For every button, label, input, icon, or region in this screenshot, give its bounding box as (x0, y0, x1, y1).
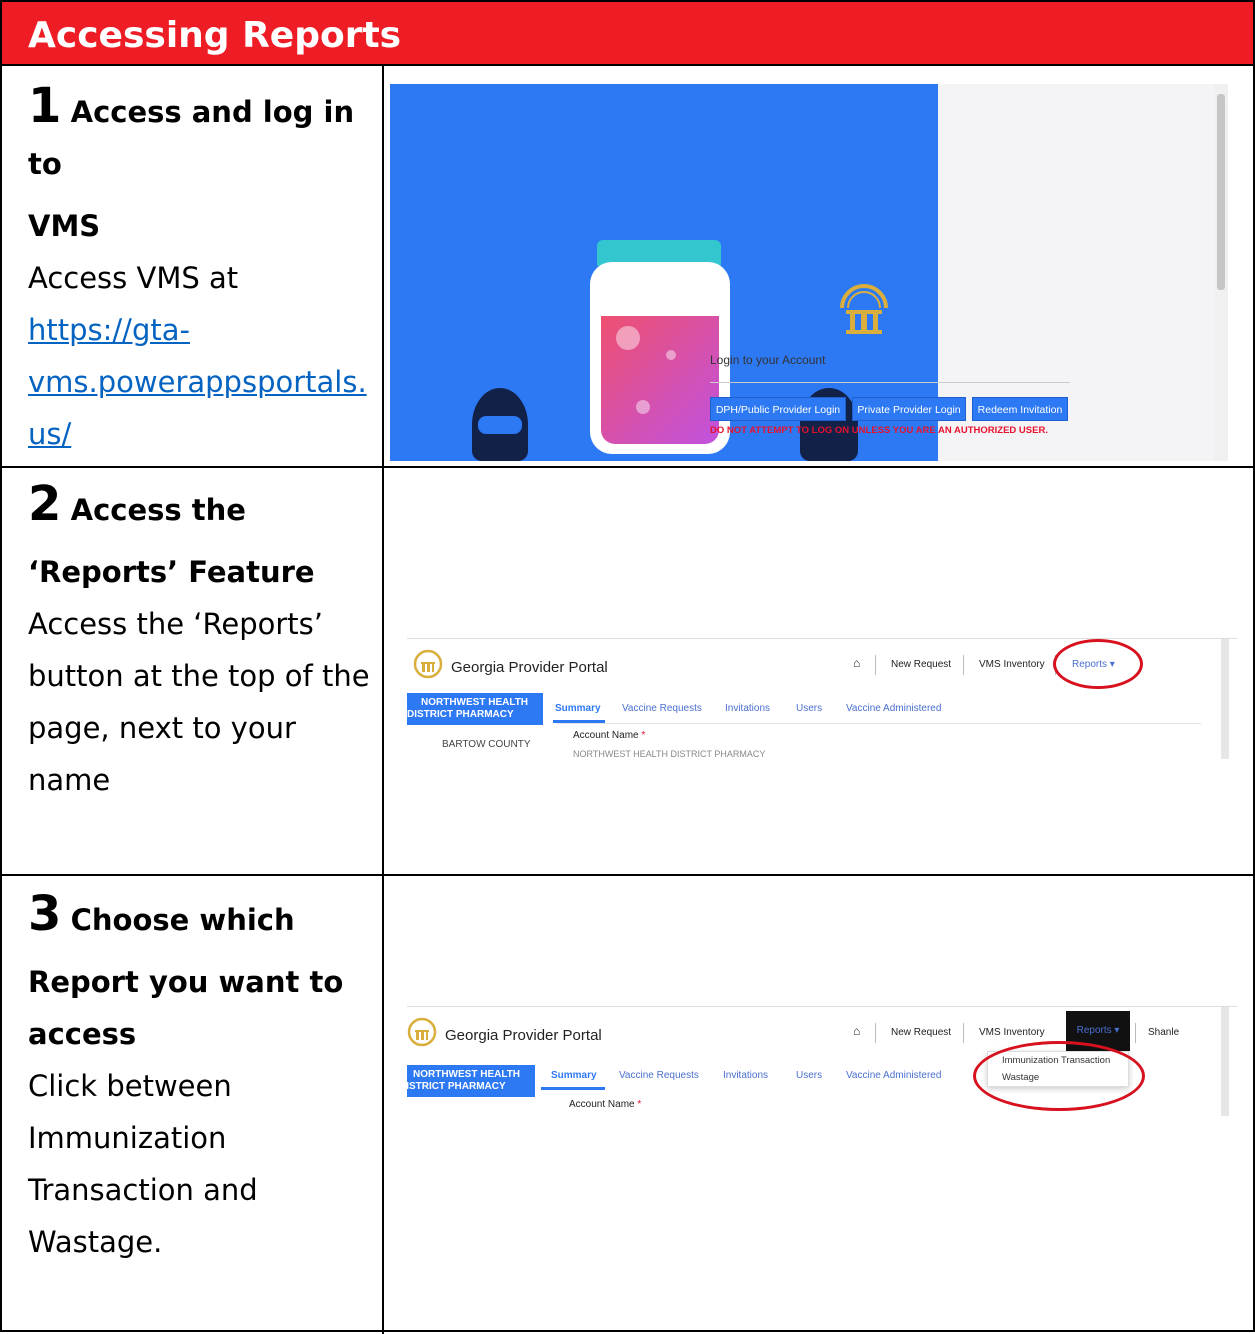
portal-title: Georgia Provider Portal (451, 659, 608, 676)
step-body: Immunization (28, 1121, 227, 1155)
step-3-text: 3 Choose which Report you want to access… (28, 888, 373, 1268)
step-number: 1 (28, 78, 62, 134)
bubble (636, 400, 650, 414)
step-number: 3 (28, 886, 62, 942)
portal-screenshot-reports: Georgia Provider Portal ⌂ New Request VM… (407, 638, 1237, 760)
sidebar-org-line: NORTHWEST HEALTH (421, 697, 529, 708)
account-name-label: Account Name * (573, 730, 645, 741)
step-body: page, next to your (28, 711, 296, 745)
mask-illustration (478, 416, 522, 434)
bubble (616, 326, 640, 350)
step-body: button at the top of the (28, 659, 370, 693)
step-2-text: 2 Access the ‘Reports’ Feature Access th… (28, 478, 373, 806)
highlight-oval (973, 1041, 1145, 1111)
user-name[interactable]: Shanle (1148, 1027, 1179, 1038)
portal-title: Georgia Provider Portal (445, 1027, 602, 1044)
tab-users[interactable]: Users (796, 1070, 822, 1081)
field-label: Account Name (569, 1099, 635, 1110)
sidebar-item-bartow[interactable]: BARTOW COUNTY (442, 739, 531, 750)
sidebar-org-line: NORTHWEST HEALTH (413, 1069, 521, 1080)
row-divider (2, 466, 1255, 468)
step-heading: Access the (70, 493, 246, 527)
tab-vaccine-requests[interactable]: Vaccine Requests (622, 703, 702, 714)
nav-separator (875, 655, 876, 675)
step-heading: ‘Reports’ Feature (28, 555, 315, 589)
vms-link[interactable]: us/ (28, 417, 71, 451)
georgia-seal-icon (407, 1017, 437, 1047)
tab-users[interactable]: Users (796, 703, 822, 714)
step-heading: Choose which (70, 903, 295, 937)
required-mark: * (641, 730, 646, 741)
tab-invitations[interactable]: Invitations (723, 1070, 768, 1081)
tab-vaccine-requests[interactable]: Vaccine Requests (619, 1070, 699, 1081)
scrollbar-thumb[interactable] (1217, 94, 1225, 290)
tab-vaccine-administered[interactable]: Vaccine Administered (846, 703, 941, 714)
nav-vms-inventory[interactable]: VMS Inventory (979, 659, 1045, 670)
redeem-invitation-button[interactable]: Redeem Invitation (972, 397, 1068, 421)
tab-vaccine-administered[interactable]: Vaccine Administered (846, 1070, 941, 1081)
bubble (666, 350, 676, 360)
nav-new-request[interactable]: New Request (891, 1027, 951, 1038)
row-divider (2, 874, 1255, 876)
nav-vms-inventory[interactable]: VMS Inventory (979, 1027, 1045, 1038)
step-heading: Report you want to (28, 965, 344, 999)
tab-summary[interactable]: Summary (555, 703, 601, 714)
tab-underline (541, 1087, 605, 1090)
step-heading: VMS (28, 209, 101, 243)
column-divider (382, 66, 384, 1334)
step-body: Access VMS at (28, 261, 239, 295)
scrollbar[interactable] (1214, 84, 1228, 461)
vms-link[interactable]: https://gta- (28, 313, 190, 347)
step-heading: Access and log in to (28, 95, 355, 181)
sidebar-org[interactable]: NORTHWEST HEALTH DISTRICT PHARMACY (407, 693, 543, 725)
account-name-label: Account Name * (569, 1099, 641, 1110)
dph-login-button[interactable]: DPH/Public Provider Login (710, 397, 846, 421)
nav-separator (875, 1023, 876, 1043)
private-login-button[interactable]: Private Provider Login (852, 397, 966, 421)
tab-summary[interactable]: Summary (551, 1070, 597, 1081)
step-body: Access the ‘Reports’ (28, 607, 323, 641)
scrollbar[interactable] (1221, 1007, 1229, 1116)
nav-separator (1135, 1023, 1136, 1043)
georgia-seal-icon (413, 649, 443, 679)
document: Accessing Reports 1 Access and log in to… (0, 0, 1255, 1334)
title-bar: Accessing Reports (2, 2, 1253, 66)
home-icon[interactable]: ⌂ (853, 1024, 860, 1038)
step-1-text: 1 Access and log in to VMS Access VMS at… (28, 80, 373, 460)
step-heading: access (28, 1017, 137, 1051)
account-name-value: NORTHWEST HEALTH DISTRICT PHARMACY (573, 749, 766, 759)
step-body: Click between (28, 1069, 232, 1103)
login-warning: DO NOT ATTEMPT TO LOG ON UNLESS YOU ARE … (710, 425, 1048, 436)
page-title: Accessing Reports (28, 15, 402, 56)
login-title: Login to your Account (710, 353, 826, 367)
nav-separator (963, 655, 964, 675)
nav-new-request[interactable]: New Request (891, 659, 951, 670)
nav-separator (963, 1023, 964, 1043)
step-body: Transaction and (28, 1173, 258, 1207)
highlight-oval (1053, 639, 1143, 689)
step-body: name (28, 763, 111, 797)
field-label: Account Name (573, 730, 639, 741)
divider (710, 382, 1070, 383)
step-number: 2 (28, 476, 62, 532)
georgia-seal-icon (840, 284, 888, 334)
step-body: Wastage. (28, 1225, 163, 1259)
sidebar-org-line: DISTRICT PHARMACY (407, 709, 514, 720)
tab-invitations[interactable]: Invitations (725, 703, 770, 714)
vms-link[interactable]: vms.powerappsportals. (28, 365, 367, 399)
portal-screenshot-dropdown: Georgia Provider Portal ⌂ New Request VM… (407, 1006, 1237, 1116)
sidebar-org[interactable]: NORTHWEST HEALTH DISTRICT PHARMACY (407, 1065, 535, 1097)
required-mark: * (637, 1099, 642, 1110)
login-screenshot: Login to your Account DPH/Public Provide… (390, 84, 1228, 461)
scrollbar[interactable] (1221, 639, 1229, 759)
sidebar-org-line: DISTRICT PHARMACY (407, 1081, 506, 1092)
home-icon[interactable]: ⌂ (853, 656, 860, 670)
